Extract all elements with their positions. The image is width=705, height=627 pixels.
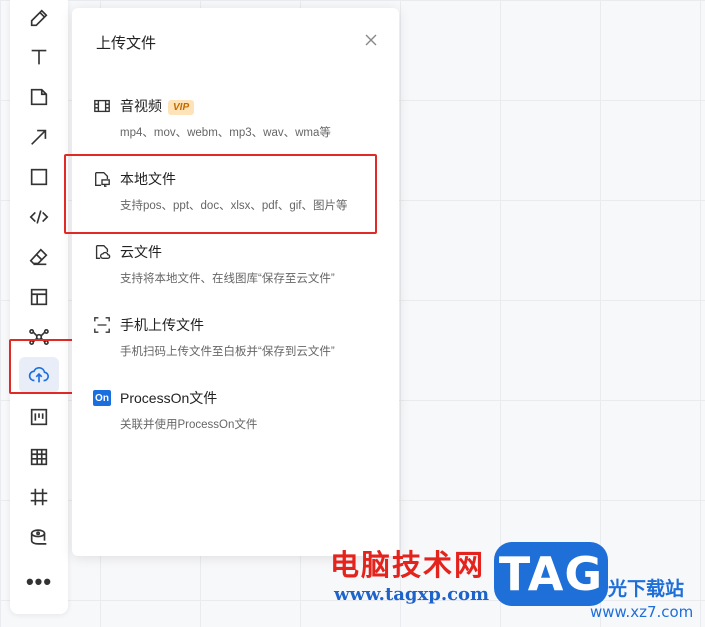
mindmap-icon: [29, 329, 49, 345]
option-local-file[interactable]: 本地文件 支持pos、ppt、doc、xlsx、pdf、gif、图片等: [92, 167, 382, 223]
option-processon-file[interactable]: On ProcessOn文件 关联并使用ProcessOn文件: [92, 386, 382, 442]
option-cloud-file[interactable]: 云文件 支持将本地文件、在线图库“保存至云文件”: [92, 240, 382, 296]
option-desc: mp4、mov、webm、mp3、wav、wma等: [120, 127, 331, 139]
option-audio-video[interactable]: 音视频 VIP mp4、mov、webm、mp3、wav、wma等: [92, 94, 382, 150]
arrow-icon: [31, 129, 47, 145]
close-icon: [365, 34, 377, 46]
upload-panel: 上传文件 音视频 VIP mp4、mov、webm、mp3、wav、wma等 本地…: [72, 8, 399, 556]
tape-icon: [30, 529, 47, 545]
watermark-cn-text: 电脑技术网: [330, 548, 486, 582]
kanban-icon: [30, 408, 48, 426]
cloud-file-icon: [92, 242, 112, 262]
more-icon: •••: [25, 569, 53, 594]
tape-tool[interactable]: [19, 519, 59, 555]
arrow-tool[interactable]: [19, 119, 59, 155]
film-icon: [92, 96, 112, 116]
kanban-tool[interactable]: [19, 399, 59, 435]
close-button[interactable]: [363, 32, 379, 48]
table-tool[interactable]: [19, 439, 59, 475]
upload-tool[interactable]: [19, 357, 59, 393]
watermark-url: www.tagxp.com: [334, 584, 490, 605]
text-tool[interactable]: [19, 39, 59, 75]
local-file-icon: [92, 169, 112, 189]
note-tool[interactable]: [19, 79, 59, 115]
code-icon: [29, 210, 49, 224]
note-icon: [30, 88, 48, 106]
rectangle-icon: [30, 168, 48, 186]
option-title: 本地文件: [120, 171, 176, 187]
left-toolbar: •••: [10, 0, 68, 614]
option-desc: 手机扫码上传文件至白板并“保存到云文件”: [120, 346, 335, 358]
pen-tool[interactable]: [19, 0, 59, 36]
option-title: ProcessOn文件: [120, 390, 218, 406]
watermark-tag-logo: TAG: [494, 542, 608, 606]
upload-cloud-icon: [28, 366, 49, 383]
option-title: 云文件: [120, 244, 162, 260]
option-desc: 关联并使用ProcessOn文件: [120, 419, 258, 431]
option-desc: 支持pos、ppt、doc、xlsx、pdf、gif、图片等: [120, 200, 348, 212]
option-title: 手机上传文件: [120, 317, 204, 333]
mindmap-tool[interactable]: [19, 319, 59, 355]
rectangle-tool[interactable]: [19, 159, 59, 195]
vip-badge: VIP: [168, 100, 195, 115]
table-icon: [30, 448, 48, 466]
option-mobile-upload[interactable]: 手机上传文件 手机扫码上传文件至白板并“保存到云文件”: [92, 313, 382, 369]
option-desc: 支持将本地文件、在线图库“保存至云文件”: [120, 273, 335, 285]
watermark-side-text: 光下载站: [608, 578, 685, 600]
code-tool[interactable]: [19, 199, 59, 235]
processon-logo-icon: On: [93, 390, 111, 406]
panel-title: 上传文件: [96, 35, 157, 52]
eraser-icon: [29, 248, 48, 266]
pen-icon: [30, 9, 48, 27]
text-icon: [31, 49, 47, 65]
more-tool[interactable]: •••: [19, 568, 59, 604]
layout-tool[interactable]: [19, 279, 59, 315]
frame-icon: [30, 488, 48, 506]
option-title: 音视频: [120, 98, 162, 114]
scan-icon: [92, 315, 112, 335]
layout-icon: [30, 288, 48, 306]
eraser-tool[interactable]: [19, 239, 59, 275]
watermark-side-url: www.xz7.com: [590, 603, 694, 621]
frame-tool[interactable]: [19, 479, 59, 515]
